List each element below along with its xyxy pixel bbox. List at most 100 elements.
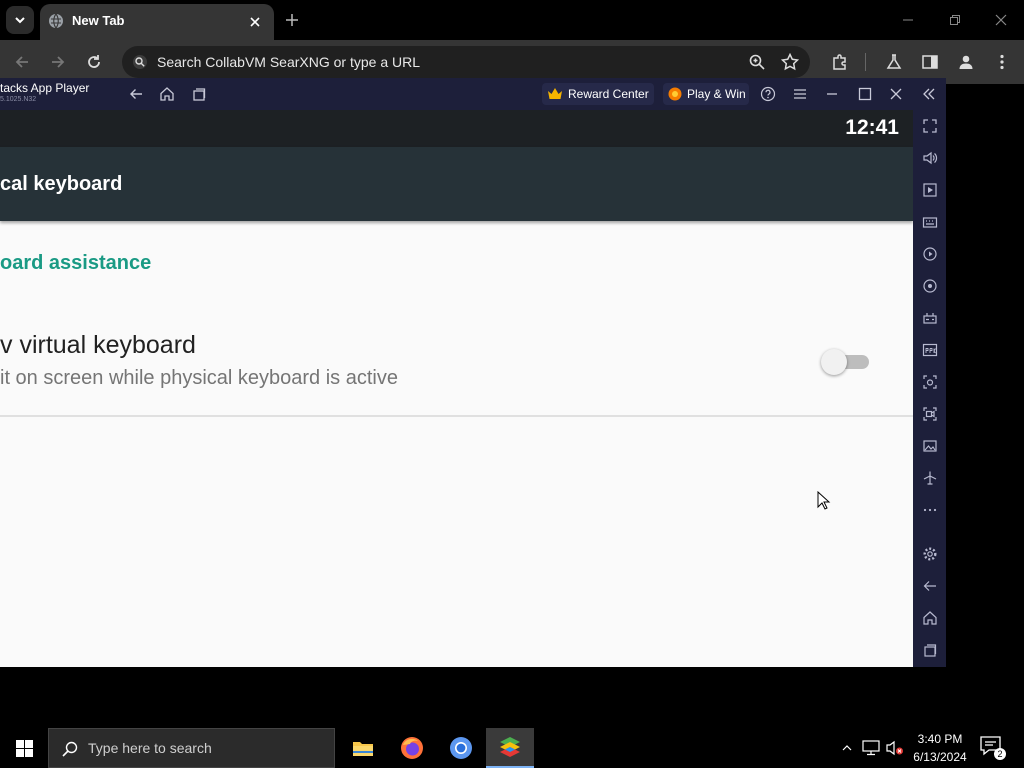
close-icon xyxy=(995,14,1007,26)
tab-title: New Tab xyxy=(72,13,125,28)
taskbar-chrome[interactable] xyxy=(437,728,485,768)
screenshot-button[interactable] xyxy=(920,372,940,392)
reward-center-label: Reward Center xyxy=(568,87,649,101)
search-placeholder: Type here to search xyxy=(88,740,212,756)
page-title: cal keyboard xyxy=(0,173,123,195)
airplane-mode-button[interactable] xyxy=(920,468,940,488)
virtual-keyboard-toggle[interactable] xyxy=(821,347,871,377)
apk-icon xyxy=(922,343,938,357)
network-icon xyxy=(862,740,880,756)
play-win-icon xyxy=(668,87,682,101)
firefox-icon xyxy=(401,737,423,759)
play-and-win-button[interactable]: Play & Win xyxy=(663,83,749,105)
restore-icon xyxy=(950,15,960,25)
bs-home-button[interactable] xyxy=(157,84,177,104)
macro-recorder-button[interactable] xyxy=(920,244,940,264)
media-folder-button[interactable] xyxy=(920,436,940,456)
profile-button[interactable] xyxy=(954,50,978,74)
taskbar-file-explorer[interactable] xyxy=(339,728,387,768)
reload-button[interactable] xyxy=(82,50,106,74)
extensions-button[interactable] xyxy=(828,50,852,74)
taskbar-date: 6/13/2024 xyxy=(913,750,967,764)
network-button[interactable] xyxy=(861,738,881,758)
install-apk-button[interactable] xyxy=(920,340,940,360)
bluestacks-sidebar xyxy=(913,110,946,667)
fullscreen-icon xyxy=(923,119,937,133)
puzzle-icon xyxy=(833,54,846,70)
restore-button[interactable] xyxy=(943,8,967,32)
menu-button[interactable] xyxy=(990,50,1014,74)
settings-button[interactable] xyxy=(920,544,940,564)
new-tab-button[interactable] xyxy=(282,10,302,30)
address-bar-placeholder: Search CollabVM SearXNG or type a URL xyxy=(157,54,420,70)
start-button[interactable] xyxy=(0,728,48,768)
volume-button[interactable] xyxy=(920,148,940,168)
bs-back-button[interactable] xyxy=(126,84,146,104)
keyboard-controls-button[interactable] xyxy=(920,212,940,232)
media-icon xyxy=(923,183,937,197)
bluestacks-icon xyxy=(500,737,520,757)
close-tab-button[interactable] xyxy=(246,13,264,31)
android-back-button[interactable] xyxy=(920,576,940,596)
tab-search-button[interactable] xyxy=(6,6,34,34)
fullscreen-button[interactable] xyxy=(920,116,940,136)
taskbar-bluestacks[interactable] xyxy=(486,728,534,768)
bs-close-button[interactable] xyxy=(886,84,906,104)
taskbar-search-box[interactable]: Type here to search xyxy=(48,728,335,768)
app-title: tacks App Player xyxy=(0,81,90,95)
settings-app-bar: cal keyboard xyxy=(0,147,913,221)
help-button[interactable] xyxy=(758,84,778,104)
bookmark-button[interactable] xyxy=(781,53,799,71)
show-hidden-icons-button[interactable] xyxy=(837,738,857,758)
notifications-button[interactable]: 2 xyxy=(980,736,1006,762)
side-panel-button[interactable] xyxy=(918,50,942,74)
person-icon xyxy=(959,55,973,69)
maximize-icon xyxy=(858,87,872,101)
notification-count-badge: 2 xyxy=(994,748,1006,760)
address-bar[interactable]: Search CollabVM SearXNG or type a URL xyxy=(122,46,810,78)
search-icon xyxy=(62,741,78,757)
reward-center-button[interactable]: Reward Center xyxy=(542,83,654,105)
forward-button[interactable] xyxy=(46,50,70,74)
more-button[interactable] xyxy=(920,500,940,520)
chrome-icon xyxy=(450,737,472,759)
browser-tab-strip: New Tab xyxy=(0,0,1024,40)
screen-record-button[interactable] xyxy=(920,404,940,424)
kebab-menu-icon xyxy=(1000,54,1004,70)
bs-menu-button[interactable] xyxy=(790,84,810,104)
double-chevron-left-icon xyxy=(923,88,935,100)
reload-icon xyxy=(88,55,100,68)
bluestacks-window: tacks App Player 5.1025.N32 Reward Cente… xyxy=(0,78,946,667)
labs-button[interactable] xyxy=(882,50,906,74)
chevron-up-icon xyxy=(842,745,852,751)
game-controls-button[interactable] xyxy=(920,308,940,328)
bs-maximize-button[interactable] xyxy=(855,84,875,104)
minimize-button[interactable] xyxy=(896,8,920,32)
record-icon xyxy=(923,247,937,261)
volume-tray-button[interactable] xyxy=(885,738,905,758)
keyboard-icon xyxy=(922,217,938,228)
rotate-icon xyxy=(923,279,937,293)
gear-icon xyxy=(923,547,937,561)
clock-button[interactable]: 3:40 PM 6/13/2024 xyxy=(908,728,972,768)
android-home-button[interactable] xyxy=(920,608,940,628)
preference-divider xyxy=(0,415,913,417)
bs-minimize-button[interactable] xyxy=(822,84,842,104)
media-manager-button[interactable] xyxy=(920,180,940,200)
close-window-button[interactable] xyxy=(989,8,1013,32)
windows-logo-icon xyxy=(15,739,33,757)
collapse-sidebar-button[interactable] xyxy=(919,84,939,104)
android-recents-button[interactable] xyxy=(920,640,940,660)
tab-new-tab[interactable]: New Tab xyxy=(40,4,274,40)
help-icon xyxy=(760,86,776,102)
zoom-button[interactable] xyxy=(748,53,766,71)
searxng-icon xyxy=(133,55,147,69)
close-icon xyxy=(890,88,902,100)
show-virtual-keyboard-preference[interactable]: v virtual keyboard it on screen while ph… xyxy=(0,315,913,415)
rotate-button[interactable] xyxy=(920,276,940,296)
bs-recents-button[interactable] xyxy=(189,84,209,104)
taskbar-firefox[interactable] xyxy=(388,728,436,768)
plus-icon xyxy=(286,14,298,26)
taskbar-time: 3:40 PM xyxy=(917,732,963,746)
back-button[interactable] xyxy=(10,50,34,74)
